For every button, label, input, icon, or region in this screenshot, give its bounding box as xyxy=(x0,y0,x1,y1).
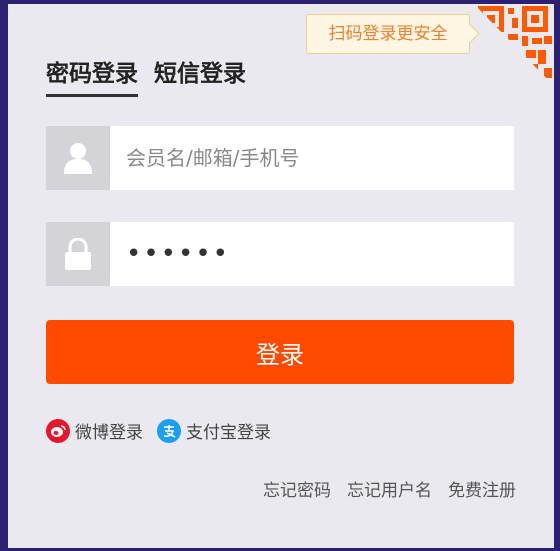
user-icon xyxy=(46,126,110,190)
login-tabs: 密码登录 短信登录 xyxy=(46,54,246,97)
register-link[interactable]: 免费注册 xyxy=(448,476,516,501)
tab-sms-login[interactable]: 短信登录 xyxy=(154,54,246,97)
username-field xyxy=(46,126,514,190)
weibo-login-label: 微博登录 xyxy=(75,423,143,443)
password-input[interactable] xyxy=(110,222,514,286)
qr-login-tip-label: 扫码登录更安全 xyxy=(328,24,448,44)
lock-icon xyxy=(46,222,110,286)
qr-login-tip[interactable]: 扫码登录更安全 xyxy=(306,14,480,54)
forgot-username-link[interactable]: 忘记用户名 xyxy=(347,476,432,501)
qr-code-icon[interactable] xyxy=(474,4,554,90)
alipay-login-link[interactable]: 支付宝登录 xyxy=(157,418,271,443)
login-panel: 扫码登录更安全 密码登录 短信登录 会员名/邮箱/手机号 •••••• 登录 微… xyxy=(8,4,554,548)
tab-password-login[interactable]: 密码登录 xyxy=(46,54,138,97)
password-field xyxy=(46,222,514,286)
weibo-login-link[interactable]: 微博登录 xyxy=(46,418,143,443)
alipay-login-label: 支付宝登录 xyxy=(186,423,271,443)
login-button[interactable]: 登录 xyxy=(46,320,514,384)
weibo-icon xyxy=(46,418,70,443)
username-input[interactable] xyxy=(110,126,514,190)
alipay-icon xyxy=(157,418,181,443)
social-login: 微博登录 支付宝登录 xyxy=(46,418,271,443)
account-links: 忘记密码 忘记用户名 免费注册 xyxy=(263,476,516,501)
forgot-password-link[interactable]: 忘记密码 xyxy=(263,476,331,501)
